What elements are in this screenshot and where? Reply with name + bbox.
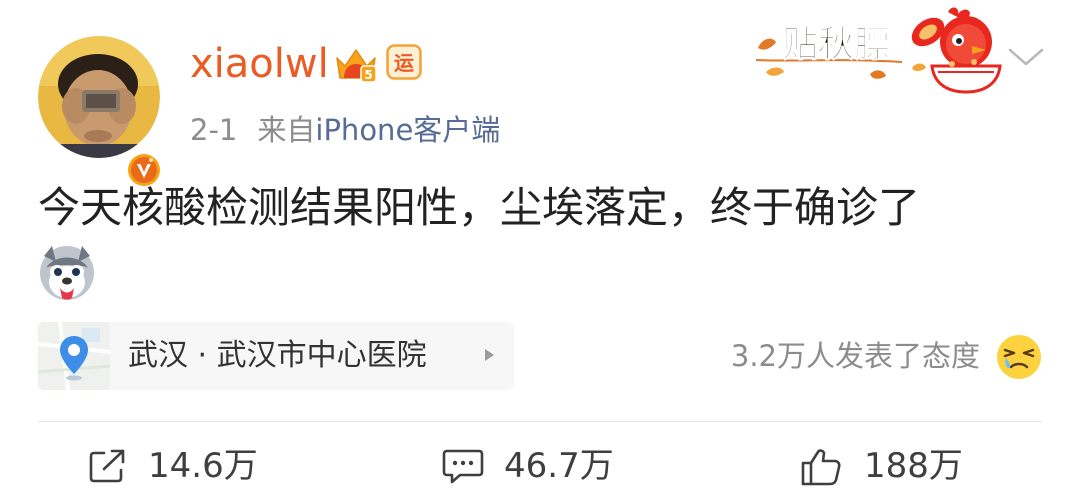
svg-text:5: 5 bbox=[364, 68, 372, 82]
share-icon bbox=[89, 449, 125, 483]
comment-button[interactable]: 46.7万 bbox=[442, 440, 642, 492]
reactions-summary[interactable]: 3.2万人发表了态度 bbox=[731, 336, 980, 376]
yun-badge-icon[interactable]: 运 bbox=[386, 44, 422, 80]
tie-qiu-biao-sticker[interactable]: 贴秋膘 bbox=[752, 2, 1004, 96]
like-button[interactable]: 188万 bbox=[800, 440, 1000, 492]
username[interactable]: xiaolwl bbox=[190, 38, 329, 90]
post-date: 2-1 bbox=[190, 113, 238, 147]
divider bbox=[38, 421, 1042, 422]
source-prefix: 来自 bbox=[257, 113, 316, 147]
repost-button[interactable]: 14.6万 bbox=[88, 440, 288, 492]
comment-count: 46.7万 bbox=[504, 446, 614, 486]
location-chip[interactable]: 武汉 · 武汉市中心医院 bbox=[38, 322, 514, 390]
crown-badge-icon[interactable]: 5 bbox=[334, 44, 378, 84]
sticker-text: 贴秋膘 bbox=[782, 24, 890, 65]
yun-badge-text: 运 bbox=[394, 51, 414, 75]
avatar-photo bbox=[38, 36, 160, 158]
triangle-right-icon bbox=[485, 349, 494, 361]
chevron-down-icon[interactable] bbox=[1006, 44, 1046, 70]
weibo-post-card: xiaolwl 5 运 2-1 来自iPhone客户端 贴秋膘 今天核酸检测结果… bbox=[0, 0, 1080, 500]
post-content: 今天核酸检测结果阳性，尘埃落定，终于确诊了 bbox=[38, 183, 921, 232]
yun-badge-frame: 运 bbox=[386, 44, 422, 80]
post-meta: 2-1 来自iPhone客户端 bbox=[190, 110, 500, 150]
husky-emoji bbox=[40, 246, 94, 300]
avatar[interactable] bbox=[38, 36, 163, 189]
source-app[interactable]: iPhone客户端 bbox=[315, 113, 500, 147]
thumbs-up-icon bbox=[801, 449, 841, 486]
repost-count: 14.6万 bbox=[148, 446, 258, 486]
tearful-face-emoji[interactable] bbox=[996, 334, 1042, 380]
comment-icon bbox=[442, 449, 484, 484]
location-text: 武汉 · 武汉市中心医院 bbox=[128, 338, 427, 373]
location-pin-icon bbox=[38, 322, 110, 390]
like-count: 188万 bbox=[864, 446, 963, 486]
